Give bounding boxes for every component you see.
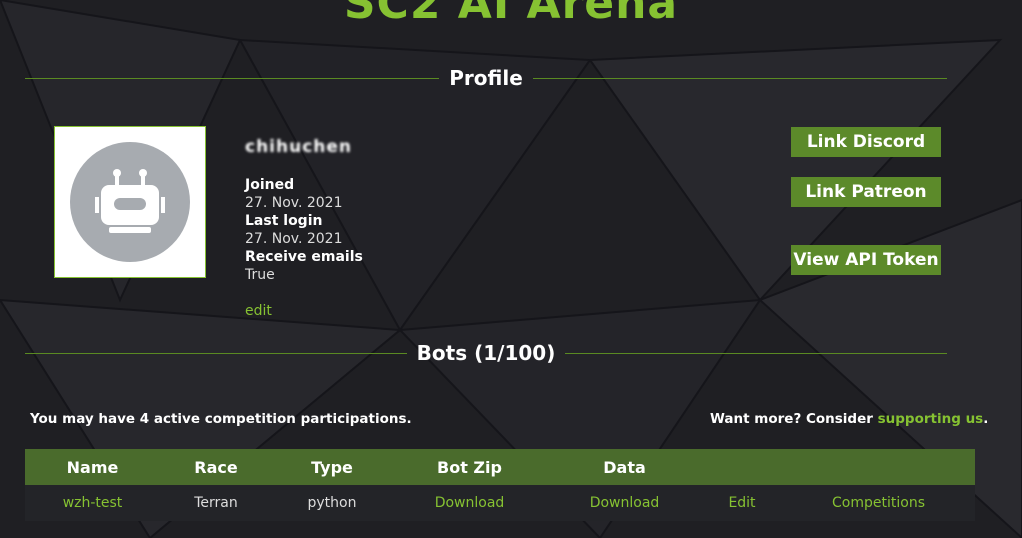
bot-race: Terran [160,485,272,521]
joined-label: Joined [245,177,295,193]
col-name: Name [25,449,160,485]
col-data: Data [547,449,702,485]
link-discord-button[interactable]: Link Discord [791,127,941,157]
bots-heading: Bots (1/100) [416,341,556,365]
table-row: wzh-test Terran python Download Download… [25,485,975,521]
robot-icon [70,142,190,262]
bot-edit-link[interactable]: Edit [728,495,755,511]
col-bot-zip: Bot Zip [392,449,547,485]
profile-heading: Profile [449,66,523,90]
receive-emails-label: Receive emails [245,249,363,265]
col-race: Race [160,449,272,485]
joined-value: 27. Nov. 2021 [245,195,343,211]
link-patreon-button[interactable]: Link Patreon [791,177,941,207]
support-text: Want more? Consider [710,411,878,427]
participation-note: You may have 4 active competition partic… [30,411,412,427]
bot-type: python [272,485,392,521]
col-edit [702,449,782,485]
username: chihuchen [245,137,353,157]
bots-divider: Bots (1/100) [25,341,948,365]
col-competitions [782,449,975,485]
receive-emails-value: True [245,267,275,283]
avatar [54,126,206,278]
bots-table: Name Race Type Bot Zip Data wzh-test Ter… [25,449,975,521]
supporting-us-link[interactable]: supporting us [878,411,984,427]
table-header: Name Race Type Bot Zip Data [25,449,975,485]
support-note: Want more? Consider supporting us. [710,411,988,427]
edit-profile-link[interactable]: edit [245,302,363,320]
profile-info: chihuchen Joined 27. Nov. 2021 Last logi… [245,138,363,320]
bot-data-download-link[interactable]: Download [590,495,660,511]
site-title: SC2 AI Arena [343,0,679,29]
bot-zip-download-link[interactable]: Download [435,495,505,511]
bot-name-link[interactable]: wzh-test [63,495,123,511]
last-login-label: Last login [245,213,323,229]
bot-competitions-link[interactable]: Competitions [832,495,925,511]
view-api-token-button[interactable]: View API Token [791,245,941,275]
support-suffix: . [983,411,989,427]
col-type: Type [272,449,392,485]
last-login-value: 27. Nov. 2021 [245,231,343,247]
profile-divider: Profile [25,66,948,90]
